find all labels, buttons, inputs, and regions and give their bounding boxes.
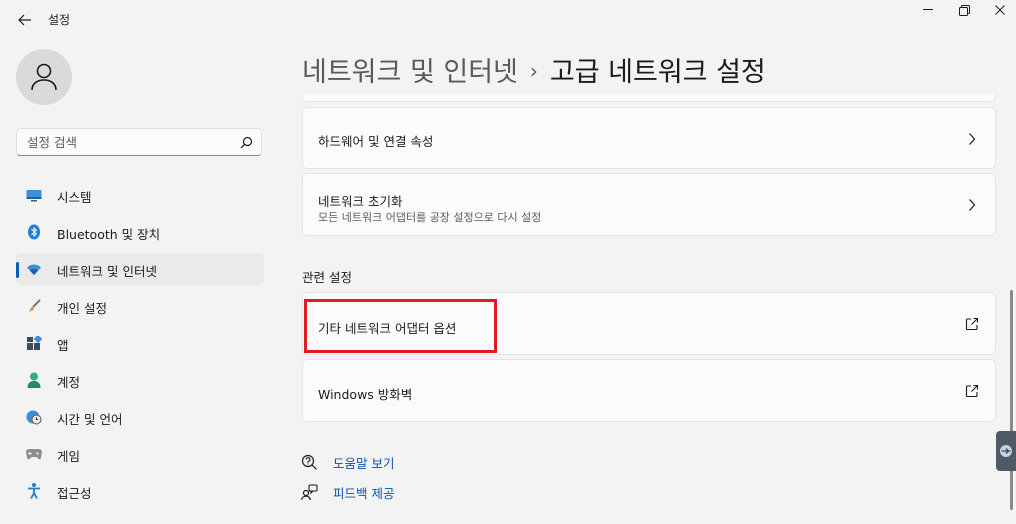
monitor-icon: [26, 187, 42, 203]
open-external-icon: [965, 317, 979, 331]
sidebar-item-label: 개인 설정: [57, 301, 107, 316]
sidebar-item-label: Bluetooth 및 장치: [57, 227, 161, 242]
selection-indicator: [16, 262, 19, 278]
breadcrumb-parent[interactable]: 네트워크 및 인터넷: [302, 57, 518, 88]
sidebar-item-accessibility[interactable]: 접근성: [16, 475, 264, 507]
sidebar-item-label: 계정: [57, 375, 81, 390]
link-label: 도움말 보기: [333, 455, 395, 471]
apps-icon: [26, 335, 42, 351]
sidebar-item-system[interactable]: 시스템: [16, 179, 264, 211]
scrollbar[interactable]: [1010, 290, 1013, 510]
search-box[interactable]: [16, 128, 262, 156]
card-title: Windows 방화벽: [318, 387, 413, 402]
network-reset-card[interactable]: 네트워크 초기화 모든 네트워크 어댑터를 공장 설정으로 다시 설정: [302, 173, 996, 236]
give-feedback-link[interactable]: 피드백 제공: [300, 481, 394, 503]
hardware-properties-card[interactable]: 하드웨어 및 연결 속성: [302, 107, 996, 169]
accessibility-icon: [26, 483, 42, 499]
search-input[interactable]: [27, 133, 227, 151]
sidebar-item-time-language[interactable]: 시간 및 언어: [16, 401, 264, 433]
sidebar-item-accounts[interactable]: 계정: [16, 364, 264, 396]
sidebar-item-label: 시간 및 언어: [57, 412, 123, 427]
sidebar-item-apps[interactable]: 앱: [16, 327, 264, 359]
related-settings-heading: 관련 설정: [302, 270, 352, 285]
title-bar: 설정: [0, 0, 1016, 40]
wifi-icon: [26, 261, 42, 277]
gamepad-icon: [26, 446, 42, 462]
user-icon: [31, 63, 57, 91]
account-icon: [26, 372, 42, 388]
side-widget-tab[interactable]: [996, 431, 1016, 471]
close-icon: [995, 5, 1005, 15]
brush-icon: [26, 298, 42, 314]
remote-app-icon: [1000, 445, 1012, 457]
link-label: 피드백 제공: [333, 485, 395, 501]
windows-firewall-card[interactable]: Windows 방화벽: [302, 359, 996, 422]
minimize-button[interactable]: [910, 0, 946, 20]
card-subtitle: 모든 네트워크 어댑터를 공장 설정으로 다시 설정: [318, 211, 542, 224]
chevron-right-icon: [969, 133, 976, 145]
search-icon[interactable]: [240, 136, 253, 149]
minimize-icon: [923, 9, 933, 10]
sidebar-item-label: 네트워크 및 인터넷: [57, 264, 157, 279]
breadcrumb-separator: ›: [529, 59, 538, 83]
globe-clock-icon: [26, 409, 42, 425]
restore-icon: [958, 4, 970, 16]
sidebar-item-personalization[interactable]: 개인 설정: [16, 290, 264, 322]
page-title: 고급 네트워크 설정: [549, 57, 766, 88]
breadcrumb: 네트워크 및 인터넷 › 고급 네트워크 설정: [302, 50, 766, 88]
app-title: 설정: [48, 13, 71, 27]
red-highlight-box: [304, 299, 497, 353]
chevron-right-icon: [969, 199, 976, 211]
sidebar-item-label: 접근성: [57, 486, 92, 501]
back-button[interactable]: [14, 10, 36, 30]
sidebar-item-label: 앱: [57, 338, 69, 353]
feedback-icon: [300, 483, 318, 501]
card-above-partial: [302, 94, 996, 102]
back-arrow-icon: [18, 14, 31, 26]
sidebar-item-label: 시스템: [57, 190, 92, 205]
card-title: 하드웨어 및 연결 속성: [318, 134, 434, 149]
bluetooth-icon: [26, 224, 42, 240]
sidebar-item-label: 게임: [57, 449, 81, 464]
sidebar: 시스템 Bluetooth 및 장치 네트워크 및 인터넷 개인 설정 앱 계정: [0, 40, 280, 524]
card-title: 네트워크 초기화: [318, 194, 403, 209]
open-external-icon: [965, 384, 979, 398]
sidebar-item-bluetooth[interactable]: Bluetooth 및 장치: [16, 216, 264, 248]
get-help-link[interactable]: 도움말 보기: [300, 451, 394, 473]
sidebar-item-gaming[interactable]: 게임: [16, 438, 264, 470]
sidebar-item-network[interactable]: 네트워크 및 인터넷: [16, 253, 264, 285]
restore-button[interactable]: [946, 0, 982, 20]
help-icon: [300, 453, 318, 471]
avatar[interactable]: [16, 49, 72, 105]
close-button[interactable]: [982, 0, 1016, 20]
